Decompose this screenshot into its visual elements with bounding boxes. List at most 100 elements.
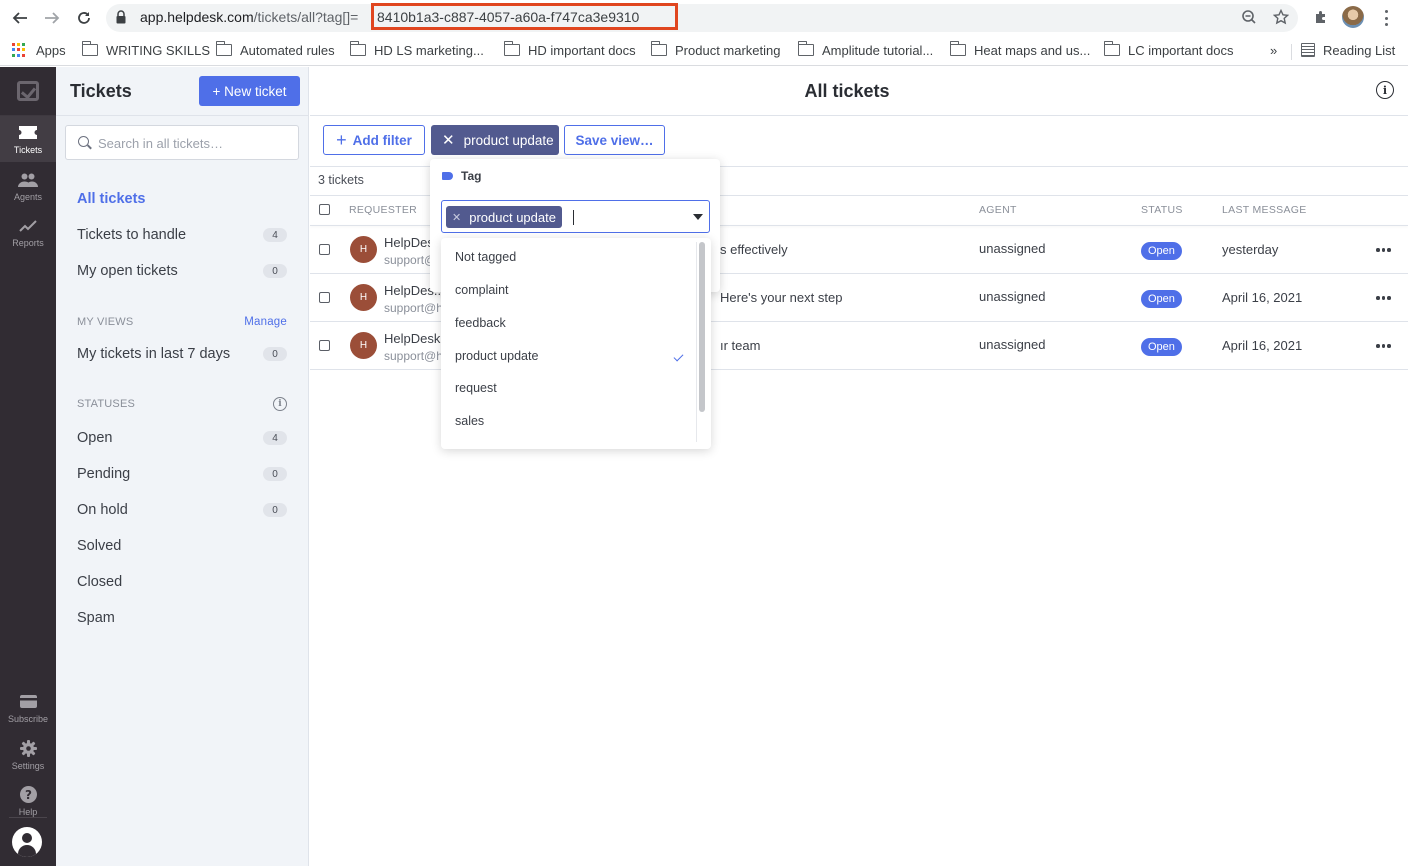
rail-item-label: Settings [11, 760, 45, 771]
user-avatar[interactable] [12, 827, 42, 857]
text-cursor [573, 210, 574, 225]
row-checkbox[interactable] [319, 340, 330, 351]
active-filter-chip[interactable]: ✕ product update [431, 125, 559, 155]
sidebar-item-spam[interactable]: Spam [77, 607, 287, 629]
tag-option-sales[interactable]: sales [455, 411, 685, 431]
rail-item-settings[interactable]: Settings [0, 732, 56, 778]
column-header-status[interactable]: STATUS [1141, 204, 1183, 216]
ticket-agent: unassigned [979, 241, 1046, 256]
tickets-main: All tickets i + Add filter ✕ product upd… [310, 67, 1408, 866]
column-header-agent[interactable]: AGENT [979, 204, 1017, 216]
sidebar-title: Tickets [70, 81, 132, 101]
section-heading-label: STATUSES [77, 398, 136, 410]
more-options-icon[interactable] [1376, 296, 1391, 300]
column-header-last-message[interactable]: LAST MESSAGE [1222, 204, 1307, 216]
folder-icon [81, 41, 98, 56]
info-icon[interactable]: i [273, 397, 287, 411]
bookmark-apps[interactable]: Apps [12, 41, 66, 59]
count-badge: 4 [263, 431, 287, 445]
last-message-time: April 16, 2021 [1222, 290, 1303, 305]
bookmark-folder[interactable]: HD LS marketing... [349, 41, 484, 59]
bookmark-folder[interactable]: Amplitude tutorial... [797, 41, 933, 59]
sidebar-item-tickets-to-handle[interactable]: Tickets to handle 4 [77, 224, 287, 246]
bookmark-folder[interactable]: LC important docs [1103, 41, 1234, 59]
remove-tag-icon[interactable]: ✕ [452, 211, 461, 224]
helpdesk-logo-icon[interactable] [17, 81, 39, 101]
rail-item-reports[interactable]: Reports [0, 209, 56, 255]
ticket-subject[interactable]: ır team [720, 338, 760, 353]
count-badge: 0 [263, 264, 287, 278]
search-input[interactable]: Search in all tickets… [65, 125, 299, 160]
requester-avatar: H [350, 332, 377, 359]
info-icon[interactable]: i [1376, 81, 1394, 99]
select-all-checkbox[interactable] [319, 204, 330, 215]
forward-button[interactable] [40, 6, 64, 30]
rail-item-subscribe[interactable]: Subscribe [0, 685, 56, 731]
status-badge: Open [1141, 338, 1182, 356]
add-filter-label: Add filter [352, 132, 412, 148]
bookmark-folder[interactable]: Heat maps and us... [949, 41, 1090, 59]
sidebar-item-on-hold[interactable]: On hold 0 [77, 499, 287, 521]
reload-icon [78, 12, 90, 24]
sidebar-item-solved[interactable]: Solved [77, 535, 287, 557]
bookmarks-overflow-button[interactable]: » [1270, 41, 1277, 59]
tag-option-label: feedback [455, 316, 506, 330]
my-views-heading: MY VIEWS Manage [77, 316, 287, 328]
column-header-requester[interactable]: REQUESTER [349, 204, 417, 216]
browser-menu-icon[interactable] [1378, 8, 1394, 28]
bookmark-folder[interactable]: Automated rules [215, 41, 335, 59]
sidebar-item-pending[interactable]: Pending 0 [77, 463, 287, 485]
manage-views-link[interactable]: Manage [244, 316, 287, 328]
tickets-sidebar: Tickets + New ticket Search in all ticke… [56, 67, 309, 866]
back-button[interactable] [8, 6, 32, 30]
tag-filter-heading: Tag [442, 169, 481, 183]
add-filter-button[interactable]: + Add filter [323, 125, 425, 155]
filter-chip-label: product update [463, 132, 554, 148]
star-icon[interactable] [1272, 8, 1290, 26]
save-view-button[interactable]: Save view… [564, 125, 665, 155]
reload-button[interactable] [72, 6, 96, 30]
extensions-puzzle-icon[interactable] [1312, 8, 1330, 26]
more-options-icon[interactable] [1376, 344, 1391, 348]
reading-list-button[interactable]: Reading List [1301, 41, 1395, 59]
ticket-icon [19, 124, 37, 142]
search-icon [78, 136, 89, 147]
count-badge: 0 [263, 467, 287, 481]
rail-item-label: Tickets [13, 144, 43, 155]
bookmark-folder[interactable]: HD important docs [503, 41, 636, 59]
tag-option-complaint[interactable]: complaint [455, 280, 685, 300]
bookmark-folder[interactable]: Product marketing [650, 41, 781, 59]
sidebar-item-closed[interactable]: Closed [77, 571, 287, 593]
new-ticket-button[interactable]: + New ticket [199, 76, 300, 106]
header-divider [310, 115, 1408, 116]
rail-item-tickets[interactable]: Tickets [0, 116, 56, 162]
reports-icon [19, 217, 37, 235]
tag-option-feedback[interactable]: feedback [455, 313, 685, 333]
bookmark-folder[interactable]: WRITING SKILLS [81, 41, 210, 59]
tag-option-request[interactable]: request [455, 378, 685, 398]
tag-select-input[interactable]: ✕ product update [441, 200, 710, 233]
scrollbar-thumb[interactable] [699, 242, 705, 412]
tag-option-product-update[interactable]: product update [455, 346, 685, 366]
sidebar-item-label: On hold [77, 502, 128, 518]
sidebar-item-my-open-tickets[interactable]: My open tickets 0 [77, 260, 287, 282]
row-checkbox[interactable] [319, 292, 330, 303]
ticket-subject[interactable]: Here's your next step [720, 290, 842, 305]
browser-profile-avatar[interactable] [1342, 6, 1364, 28]
ticket-subject[interactable]: s effectively [720, 242, 788, 257]
scrollbar[interactable] [696, 242, 705, 442]
rail-item-agents[interactable]: Agents [0, 163, 56, 209]
sidebar-item-all-tickets[interactable]: All tickets [77, 188, 287, 210]
sidebar-item-label: My tickets in last 7 days [77, 346, 231, 362]
more-options-icon[interactable] [1376, 248, 1391, 252]
folder-icon [215, 41, 232, 56]
sidebar-item-open[interactable]: Open 4 [77, 427, 287, 449]
chevron-down-icon[interactable] [693, 214, 703, 220]
tag-option-not-tagged[interactable]: Not tagged [455, 247, 685, 267]
sidebar-item-my-tickets-last-7-days[interactable]: My tickets in last 7 days 0 [77, 343, 287, 365]
row-checkbox[interactable] [319, 244, 330, 255]
zoom-out-icon[interactable] [1240, 8, 1258, 26]
requester-name: HelpDes [384, 235, 434, 250]
close-icon[interactable]: ✕ [442, 131, 455, 149]
tag-options-list: Not tagged complaint feedback product up… [441, 238, 711, 449]
